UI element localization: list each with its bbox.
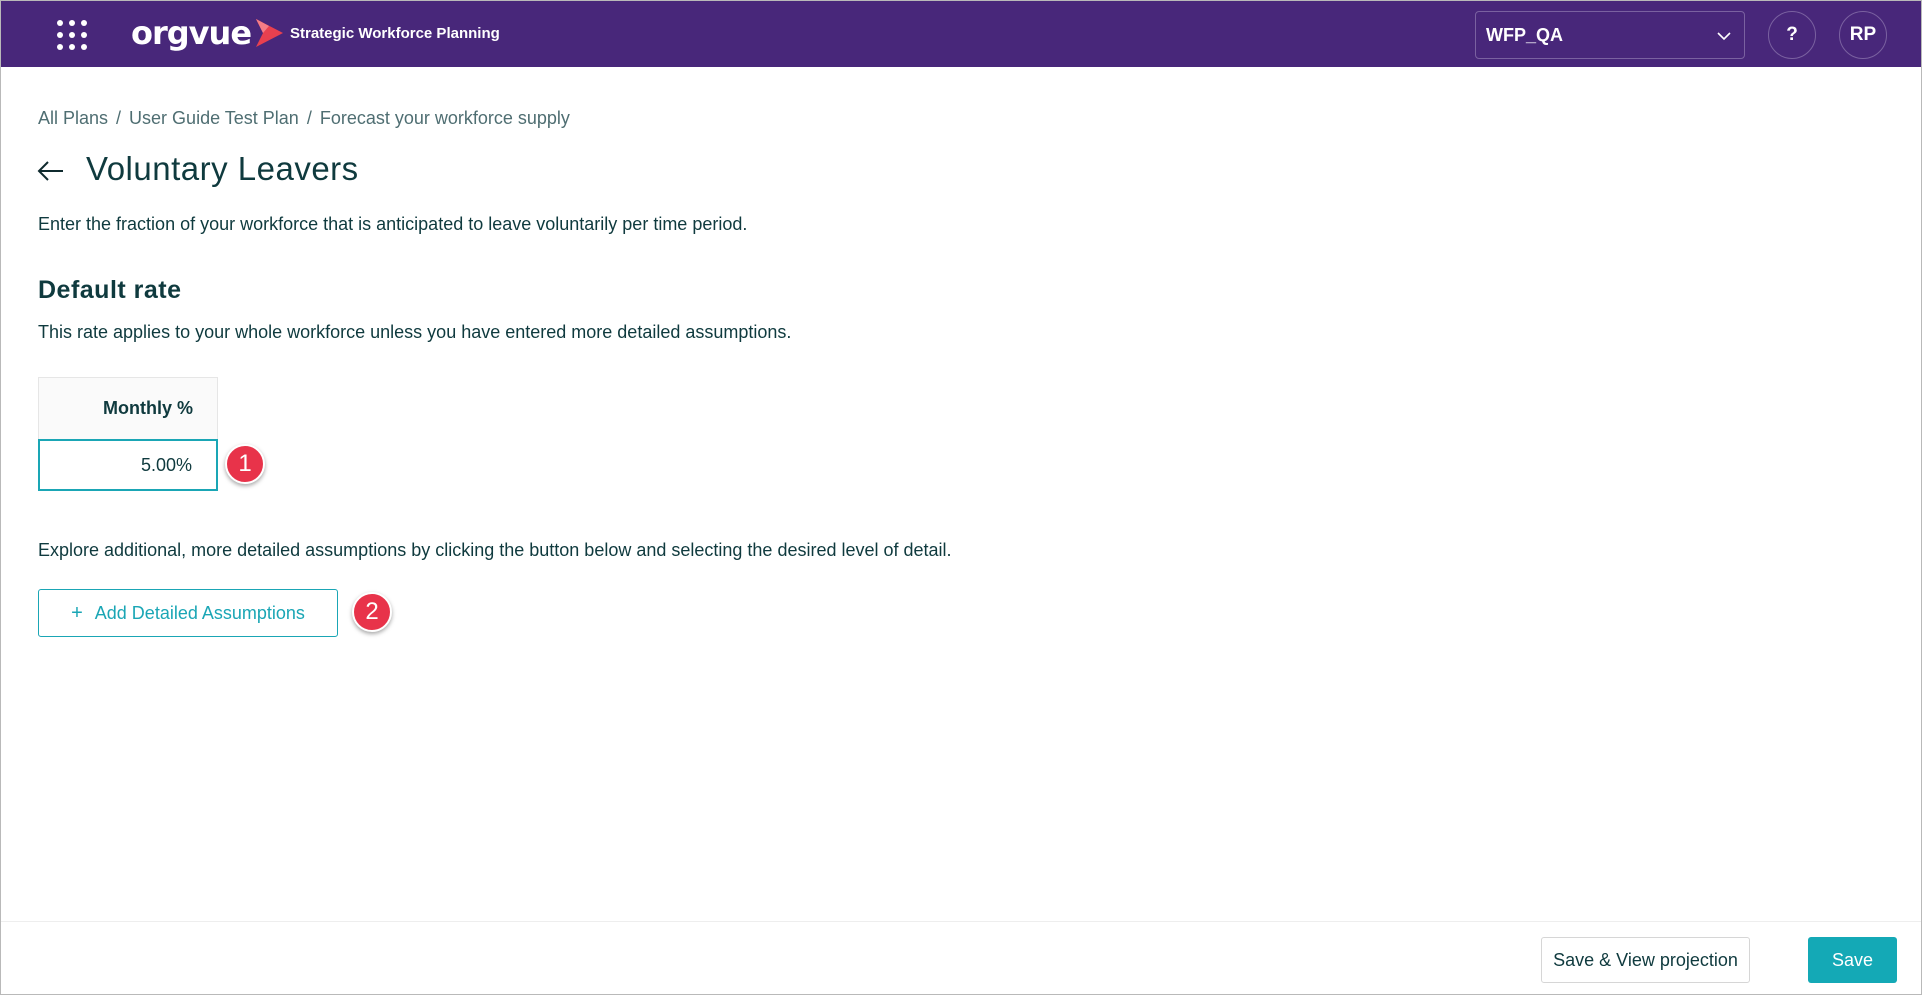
save-and-view-projection-button[interactable]: Save & View projection	[1541, 937, 1750, 983]
add-detailed-assumptions-button[interactable]: + Add Detailed Assumptions	[38, 589, 338, 637]
footer-action-bar: Save & View projection Save	[1, 921, 1921, 994]
breadcrumb-separator: /	[116, 108, 122, 128]
plus-icon: +	[71, 602, 83, 624]
breadcrumb: All Plans / User Guide Test Plan / Forec…	[38, 107, 570, 129]
annotation-marker-1: 1	[225, 444, 265, 484]
help-button[interactable]: ?	[1768, 11, 1816, 59]
tenant-select-value: WFP_QA	[1486, 24, 1564, 45]
save-button[interactable]: Save	[1808, 937, 1897, 983]
breadcrumb-user-guide-test-plan[interactable]: User Guide Test Plan	[129, 107, 299, 129]
monthly-percent-header: Monthly %	[38, 377, 218, 439]
tenant-select[interactable]: WFP_QA	[1475, 11, 1745, 59]
app-window: orgvue Strategic Workforce Planning WFP_…	[0, 0, 1922, 995]
user-avatar[interactable]: RP	[1839, 11, 1887, 59]
logo-arrow-icon	[256, 19, 284, 47]
chevron-down-icon	[1717, 32, 1731, 41]
top-navigation-bar: orgvue Strategic Workforce Planning WFP_…	[1, 1, 1921, 67]
page-description: Enter the fraction of your workforce tha…	[38, 214, 748, 234]
logo-wordmark: orgvue	[131, 14, 252, 52]
app-launcher-grid-icon[interactable]	[54, 17, 90, 53]
default-rate-title: Default rate	[38, 276, 182, 304]
add-detailed-assumptions-label: Add Detailed Assumptions	[94, 602, 305, 623]
breadcrumb-separator: /	[306, 108, 312, 128]
annotation-marker-2: 2	[352, 592, 392, 632]
page-title: Voluntary Leavers	[86, 150, 359, 187]
breadcrumb-all-plans[interactable]: All Plans	[38, 107, 108, 129]
explore-assumptions-text: Explore additional, more detailed assump…	[38, 540, 952, 560]
orgvue-logo[interactable]: orgvue	[131, 15, 286, 51]
monthly-rate-input[interactable]	[38, 439, 218, 491]
default-rate-description: This rate applies to your whole workforc…	[38, 322, 792, 342]
default-rate-table: Monthly %	[38, 377, 218, 491]
breadcrumb-forecast-workforce-supply[interactable]: Forecast your workforce supply	[320, 107, 570, 129]
back-arrow-icon[interactable]	[37, 159, 65, 183]
product-name: Strategic Workforce Planning	[290, 25, 500, 42]
